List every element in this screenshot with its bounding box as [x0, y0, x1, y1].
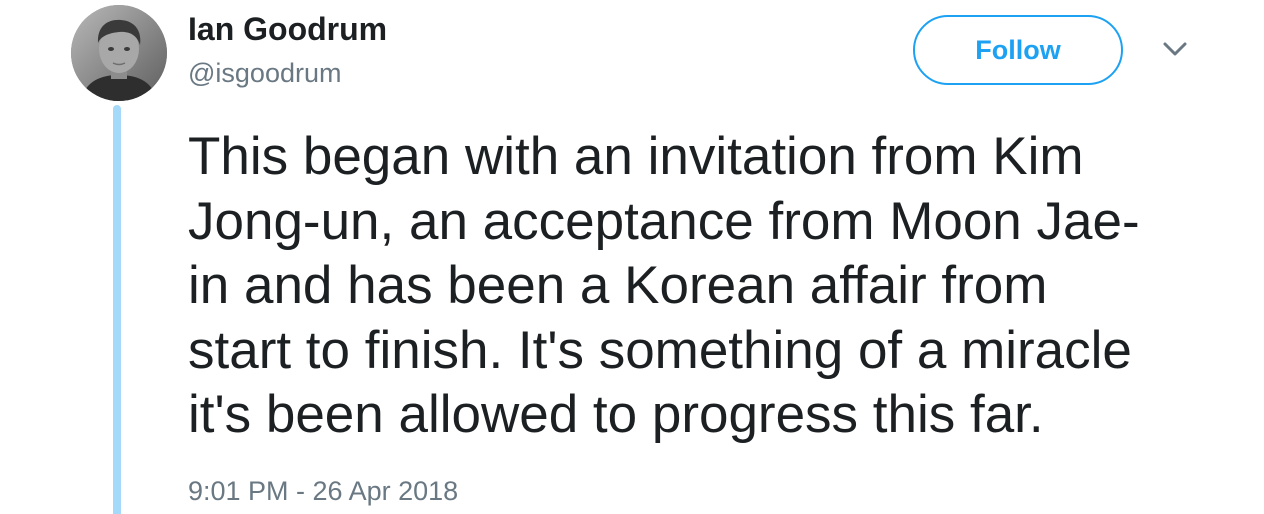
author-handle[interactable]: @isgoodrum [188, 56, 341, 90]
tweet-text-line: it's been allowed to progress this far. [188, 385, 1044, 444]
author-name[interactable]: Ian Goodrum [188, 9, 387, 49]
tweet-text-line: in and has been a Korean affair from [188, 256, 1048, 315]
thread-line [113, 105, 121, 514]
tweet-text: This began with an invitation from Kim J… [188, 125, 1208, 448]
tweet-text-line: Jong-un, an acceptance from Moon Jae- [188, 191, 1140, 251]
chevron-down-icon[interactable] [1160, 38, 1190, 62]
avatar[interactable] [71, 5, 167, 101]
tweet-text-line: This began with an invitation from Kim [188, 127, 1084, 186]
tweet-timestamp[interactable]: 9:01 PM - 26 Apr 2018 [188, 474, 458, 508]
tweet-text-line: start to finish. It's something of a mir… [188, 320, 1132, 380]
follow-button[interactable]: Follow [913, 15, 1123, 85]
user-avatar-photo [71, 5, 167, 101]
